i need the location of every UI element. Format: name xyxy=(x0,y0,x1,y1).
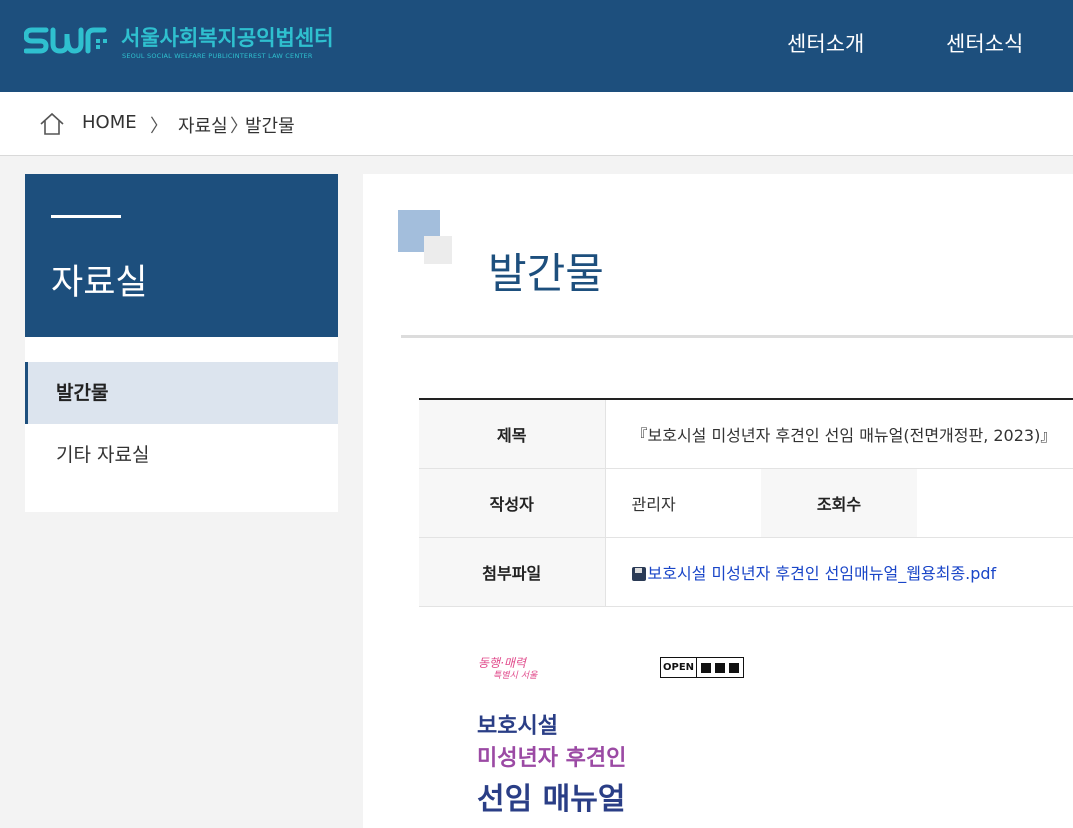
site-logo[interactable]: 서울사회복지공익법센터 SEOUL SOCIAL WELFARE PUBLICI… xyxy=(24,22,354,62)
seoul-brand-sub: 특별시 서울 xyxy=(493,671,538,681)
sidebar-item-publications[interactable]: 발간물 xyxy=(25,362,338,424)
nav-center-news[interactable]: 센터소식 xyxy=(946,28,1023,58)
title-decoration xyxy=(424,236,452,264)
logo-subtitle: SEOUL SOCIAL WELFARE PUBLICINTEREST LAW … xyxy=(122,52,313,60)
open-badge-label: OPEN xyxy=(661,658,698,677)
views-value xyxy=(917,468,1073,538)
breadcrumb-level1[interactable]: 자료실 xyxy=(178,112,228,138)
home-icon[interactable] xyxy=(39,112,65,136)
author-value: 관리자 xyxy=(605,468,761,538)
main-content: 발간물 제목 『보호시설 미성년자 후견인 선임 매뉴얼(전면개정판, 2023… xyxy=(363,174,1073,828)
title-label: 제목 xyxy=(419,399,606,469)
swf-logo-mark-icon xyxy=(24,27,107,54)
breadcrumb-level2[interactable]: 발간물 xyxy=(245,112,295,138)
table-row: 작성자 관리자 조회수 xyxy=(419,468,1073,538)
sidebar-menu: 발간물 기타 자료실 xyxy=(25,337,338,512)
sidebar-divider xyxy=(51,215,121,218)
site-header: 서울사회복지공익법센터 SEOUL SOCIAL WELFARE PUBLICI… xyxy=(0,0,1073,92)
license-icon xyxy=(701,662,712,673)
sidebar-title: 자료실 xyxy=(51,263,148,303)
title-value: 『보호시설 미성년자 후견인 선임 매뉴얼(전면개정판, 2023)』 xyxy=(605,399,1073,469)
cover-line-1: 보호시설 xyxy=(477,714,558,739)
breadcrumb-separator: 〉 xyxy=(150,116,168,137)
license-icon xyxy=(715,662,726,673)
nav-center-intro[interactable]: 센터소개 xyxy=(787,28,864,58)
table-row: 첨부파일 보호시설 미성년자 후견인 선임매뉴얼_웹용최종.pdf xyxy=(419,537,1073,607)
attachment-link[interactable]: 보호시설 미성년자 후견인 선임매뉴얼_웹용최종.pdf xyxy=(648,564,997,583)
breadcrumb: HOME 〉 자료실 〉 발간물 xyxy=(0,92,1073,156)
kogl-open-badge: OPEN xyxy=(660,657,744,678)
cover-line-3: 선임 매뉴얼 xyxy=(477,782,626,817)
license-icon xyxy=(729,662,740,673)
cover-line-2: 미성년자 후견인 xyxy=(477,746,627,771)
floppy-disk-icon xyxy=(631,566,646,581)
sidebar-item-other-materials[interactable]: 기타 자료실 xyxy=(25,424,338,486)
table-row: 제목 『보호시설 미성년자 후견인 선임 매뉴얼(전면개정판, 2023)』 xyxy=(419,399,1073,469)
publication-cover-image: 동행·매력 특별시 서울 OPEN 보호시설 미성년자 후견인 선임 매뉴얼 xyxy=(473,654,773,828)
author-label: 작성자 xyxy=(419,468,606,538)
breadcrumb-home[interactable]: HOME xyxy=(82,112,137,133)
post-info-table: 제목 『보호시설 미성년자 후견인 선임 매뉴얼(전면개정판, 2023)』 작… xyxy=(419,398,1073,607)
attachment-cell: 보호시설 미성년자 후견인 선임매뉴얼_웹용최종.pdf xyxy=(605,537,1073,607)
sidebar-header: 자료실 xyxy=(25,174,338,337)
views-label: 조회수 xyxy=(761,468,917,538)
attachment-label: 첨부파일 xyxy=(419,537,606,607)
logo-title: 서울사회복지공익법센터 xyxy=(121,26,334,50)
page-title: 발간물 xyxy=(488,249,604,298)
title-divider xyxy=(401,335,1073,338)
